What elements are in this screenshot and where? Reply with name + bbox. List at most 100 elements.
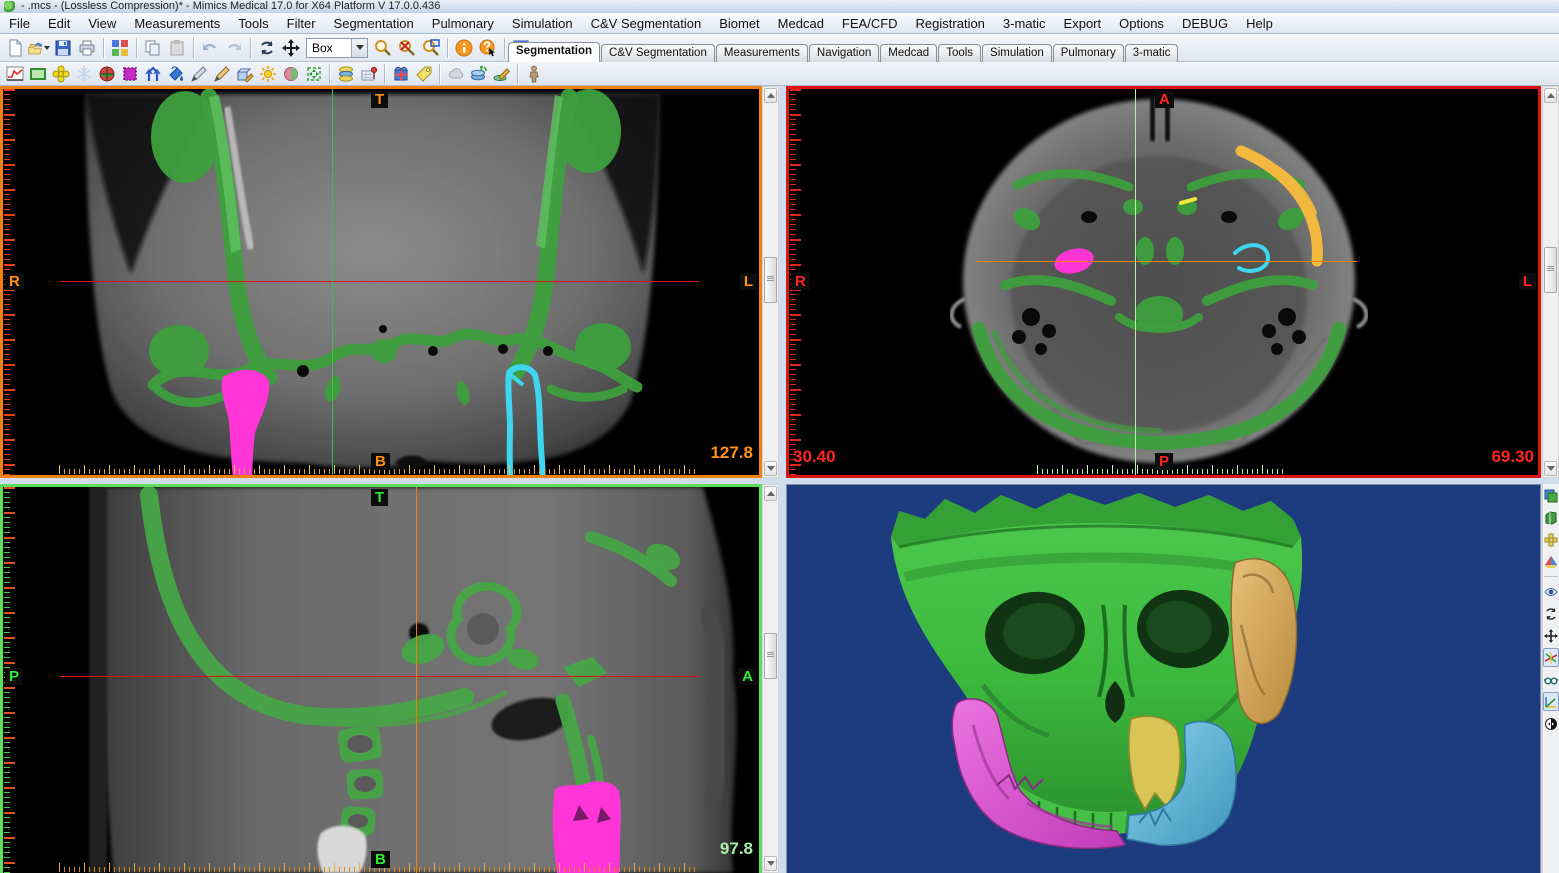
menu-debug[interactable]: DEBUG <box>1173 14 1237 33</box>
sagittal-scrollbar[interactable] <box>762 484 779 873</box>
tab-tools[interactable]: Tools <box>938 44 981 62</box>
menu-export[interactable]: Export <box>1055 14 1111 33</box>
combo-caret-icon[interactable] <box>351 39 367 57</box>
coronal-vertical-crosshair[interactable] <box>332 89 333 475</box>
coronal-scroll-thumb[interactable] <box>764 257 777 303</box>
paste-icon-disabled[interactable] <box>165 36 189 60</box>
boolean-fill-icon[interactable] <box>164 63 187 85</box>
save-icon[interactable] <box>51 36 75 60</box>
menu-segmentation[interactable]: Segmentation <box>325 14 423 33</box>
sagittal-vertical-crosshair[interactable] <box>416 487 417 873</box>
menu-pulmonary[interactable]: Pulmonary <box>423 14 503 33</box>
menu-options[interactable]: Options <box>1110 14 1173 33</box>
edit-pencil-icon[interactable] <box>210 63 233 85</box>
scroll-down-icon[interactable] <box>764 461 777 476</box>
coronal-scrollbar[interactable] <box>762 86 779 478</box>
scroll-up-icon[interactable] <box>764 88 777 103</box>
new-document-icon[interactable] <box>3 36 27 60</box>
boolean-operations-icon[interactable] <box>389 63 412 85</box>
menu-help[interactable]: Help <box>1237 14 1282 33</box>
axial-scrollbar[interactable] <box>1542 86 1559 478</box>
anatomy-figure-icon[interactable] <box>522 63 545 85</box>
menu-3matic[interactable]: 3-matic <box>994 14 1055 33</box>
view-mode-combobox[interactable]: Box <box>306 38 368 58</box>
tab-simulation[interactable]: Simulation <box>982 44 1052 62</box>
sagittal-horizontal-crosshair[interactable] <box>59 676 699 677</box>
open-dropdown-caret-icon[interactable] <box>44 46 50 50</box>
region-growing-icon[interactable] <box>49 63 72 85</box>
scroll-down-icon[interactable] <box>764 856 777 871</box>
multiple-slice-edit-icon[interactable] <box>233 63 256 85</box>
cloud-icon-disabled[interactable] <box>444 63 467 85</box>
pan-3d-icon[interactable] <box>1543 626 1559 645</box>
thresholding-icon[interactable] <box>3 63 26 85</box>
axes-toggle-icon[interactable] <box>1543 648 1559 667</box>
coronal-horizontal-crosshair[interactable] <box>59 281 699 282</box>
redo-icon[interactable] <box>222 36 246 60</box>
calculate-part-icon-disabled[interactable] <box>72 63 95 85</box>
menu-filter[interactable]: Filter <box>278 14 325 33</box>
zoom-rectangle-icon[interactable] <box>419 36 443 60</box>
info-icon[interactable] <box>452 36 476 60</box>
menu-tools[interactable]: Tools <box>229 14 277 33</box>
sagittal-scroll-thumb[interactable] <box>764 633 777 679</box>
menu-simulation[interactable]: Simulation <box>503 14 582 33</box>
menu-edit[interactable]: Edit <box>39 14 79 33</box>
menu-biomet[interactable]: Biomet <box>710 14 768 33</box>
menu-view[interactable]: View <box>79 14 125 33</box>
axial-scroll-thumb[interactable] <box>1544 247 1557 293</box>
menu-registration[interactable]: Registration <box>907 14 994 33</box>
scroll-up-icon[interactable] <box>764 486 777 501</box>
crop-mask-icon[interactable] <box>302 63 325 85</box>
open-project-icon[interactable] <box>27 36 51 60</box>
menu-fea-cfd[interactable]: FEA/CFD <box>833 14 907 33</box>
pan-view-icon[interactable] <box>279 36 303 60</box>
viewport-axial[interactable]: A P R L 30.40 69.30 <box>786 86 1541 478</box>
viewport-3d[interactable] <box>786 484 1541 873</box>
title-bar[interactable]: - .mcs - (Lossless Compression)* - Mimic… <box>0 0 1559 13</box>
axial-horizontal-crosshair[interactable] <box>975 261 1357 262</box>
tab-3matic[interactable]: 3-matic <box>1125 44 1179 62</box>
orientation-pyramid-icon[interactable] <box>1543 552 1559 571</box>
tab-measurements[interactable]: Measurements <box>716 44 808 62</box>
smart-fill-icon[interactable] <box>256 63 279 85</box>
print-icon[interactable] <box>75 36 99 60</box>
menu-file[interactable]: File <box>0 14 39 33</box>
calculate-3d-icon[interactable] <box>334 63 357 85</box>
menu-measurements[interactable]: Measurements <box>125 14 229 33</box>
tab-cv-segmentation[interactable]: C&V Segmentation <box>601 44 715 62</box>
edit-masks-icon[interactable] <box>118 63 141 85</box>
rectangle-select-icon[interactable] <box>26 63 49 85</box>
visibility-eye-icon[interactable] <box>1543 582 1559 601</box>
menu-cv-segmentation[interactable]: C&V Segmentation <box>582 14 711 33</box>
update-3d-icon[interactable] <box>467 63 490 85</box>
morphology-ball-icon[interactable] <box>279 63 302 85</box>
corner-axes-icon[interactable] <box>1543 692 1559 711</box>
overlap-views-icon[interactable] <box>1543 486 1559 505</box>
scroll-down-icon[interactable] <box>1544 461 1557 476</box>
zoom-in-icon[interactable] <box>371 36 395 60</box>
unzoom-icon[interactable] <box>395 36 419 60</box>
tab-pulmonary[interactable]: Pulmonary <box>1053 44 1124 62</box>
tile-views-icon[interactable] <box>1543 530 1559 549</box>
tab-navigation[interactable]: Navigation <box>809 44 879 62</box>
stereo-glasses-icon[interactable] <box>1543 670 1559 689</box>
tab-medcad[interactable]: Medcad <box>880 44 937 62</box>
viewport-sagittal[interactable]: T B P A 97.8 <box>0 484 762 873</box>
context-help-icon[interactable] <box>476 36 500 60</box>
calculate-polylines-icon[interactable] <box>357 63 380 85</box>
menu-medcad[interactable]: Medcad <box>769 14 833 33</box>
edit-3d-icon[interactable] <box>490 63 513 85</box>
rotate-view-icon[interactable] <box>255 36 279 60</box>
scroll-up-icon[interactable] <box>1544 88 1557 103</box>
project-management-icon[interactable] <box>108 36 132 60</box>
axial-vertical-crosshair[interactable] <box>1135 89 1136 475</box>
solid-view-icon[interactable] <box>1543 508 1559 527</box>
split-mask-icon[interactable] <box>141 63 164 85</box>
label-tag-icon[interactable] <box>412 63 435 85</box>
rotate-3d-icon[interactable] <box>1543 604 1559 623</box>
undo-icon[interactable] <box>198 36 222 60</box>
dynamic-region-grow-icon[interactable] <box>95 63 118 85</box>
draw-profile-icon[interactable] <box>187 63 210 85</box>
tab-segmentation[interactable]: Segmentation <box>508 42 600 62</box>
